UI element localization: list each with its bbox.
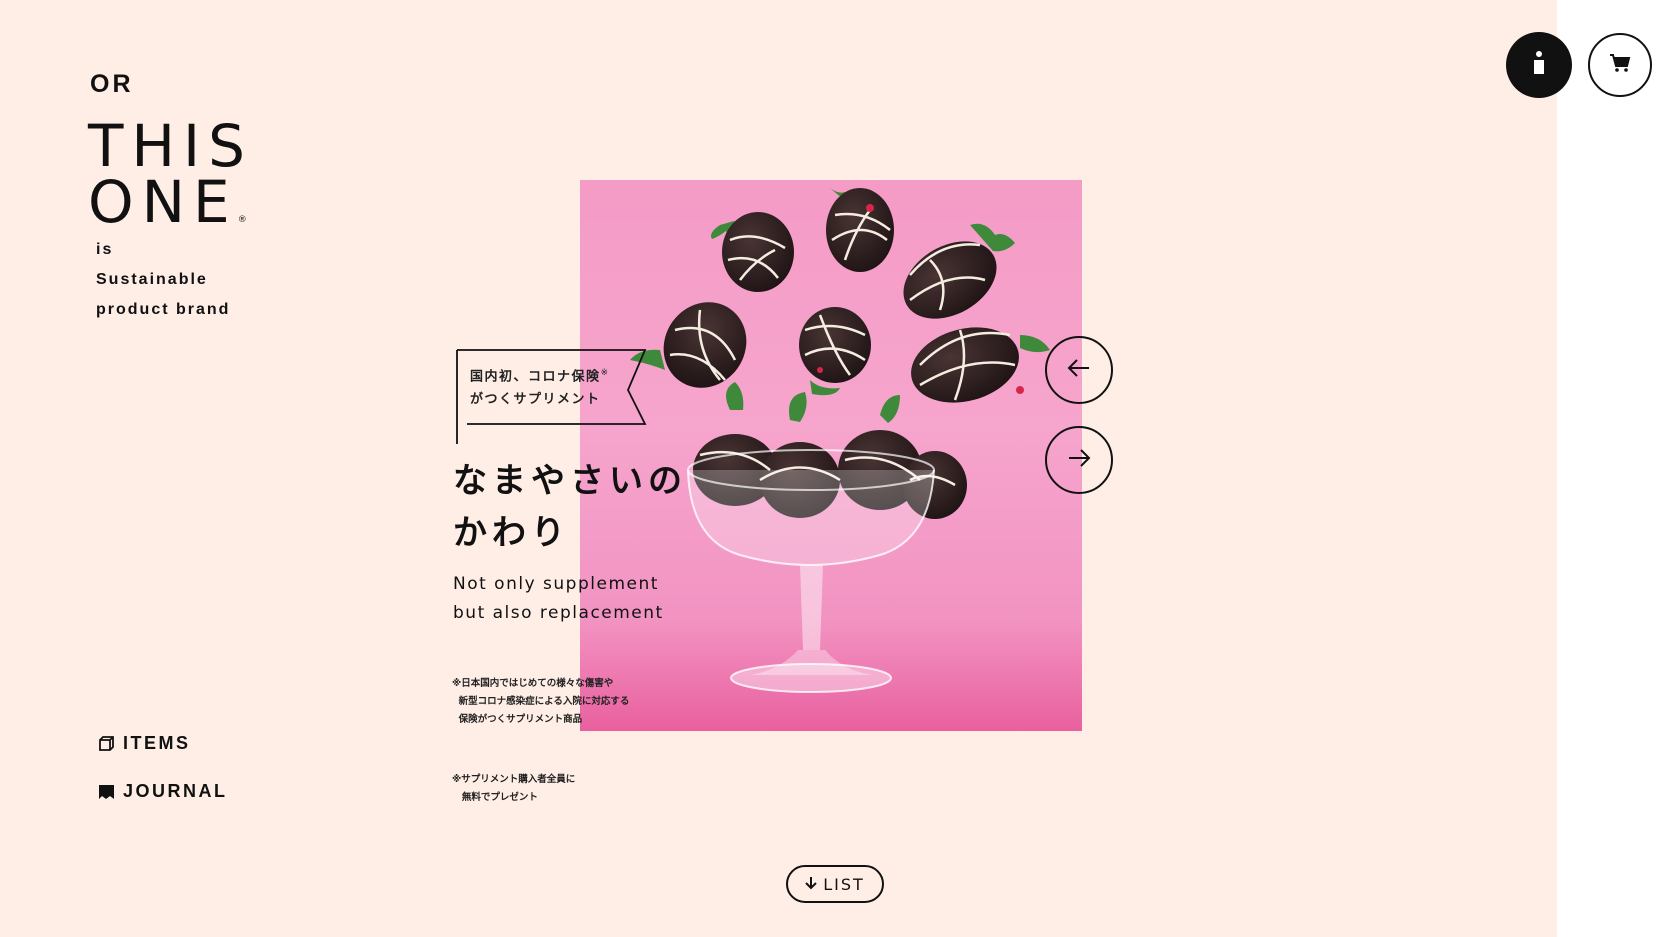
cart-button[interactable] — [1588, 33, 1652, 97]
arrow-left-icon — [1067, 358, 1091, 383]
logo-prefix: OR — [90, 70, 134, 98]
subtitle-line-2: but also replacement — [453, 603, 664, 623]
tagline-line-3: product brand — [96, 301, 231, 318]
badge-line-1: 国内初、コロナ保険 — [470, 369, 601, 385]
brand-tagline: is Sustainable product brand — [96, 235, 230, 325]
nav-journal-label: JOURNAL — [123, 781, 228, 801]
cart-icon — [1609, 53, 1631, 78]
nav-items-link[interactable]: ITEMS — [98, 733, 191, 754]
list-button-label: LIST — [823, 874, 865, 894]
nav-journal-link[interactable]: JOURNAL — [98, 781, 228, 802]
page: OR THIS ONE® is Sustainable product bran… — [0, 0, 1664, 937]
badge-mark: ※ — [600, 368, 610, 378]
strawberry — [711, 212, 794, 292]
slide-headline: なまやさいの かわり — [453, 455, 687, 559]
slider-next-button[interactable] — [1045, 426, 1113, 494]
logo[interactable]: THIS ONE® — [88, 112, 253, 248]
headline-line-2: かわり — [453, 513, 570, 553]
glass-cup — [687, 449, 935, 693]
person-icon — [1531, 50, 1547, 81]
slide-notes: ※日本国内ではじめての様々な傷害や 新型コロナ感染症による入院に対応する 保険が… — [452, 639, 629, 843]
badge-text: 国内初、コロナ保険※ がつくサプリメント — [470, 362, 610, 411]
subtitle-line-1: Not only supplement — [453, 574, 659, 594]
list-button[interactable]: LIST — [786, 865, 884, 903]
arrow-down-icon — [805, 875, 817, 894]
box-icon — [98, 735, 115, 752]
badge-line-2: がつくサプリメント — [470, 392, 601, 408]
nav-items-label: ITEMS — [123, 733, 191, 753]
logo-line-1: THIS — [88, 112, 253, 180]
registered-mark: ® — [237, 215, 247, 225]
slide-subtitle: Not only supplement but also replacement — [453, 570, 664, 628]
account-button[interactable] — [1507, 33, 1571, 97]
slider-prev-button[interactable] — [1045, 336, 1113, 404]
book-icon — [98, 783, 115, 800]
logo-line-2-text: ONE — [88, 168, 238, 236]
note-1: ※日本国内ではじめての様々な傷害や 新型コロナ感染症による入院に対応する 保険が… — [452, 678, 630, 725]
tagline-line-2: Sustainable — [96, 271, 208, 288]
tagline-line-1: is — [96, 241, 114, 258]
arrow-right-icon — [1067, 448, 1091, 473]
note-2: ※サプリメント購入者全員に 無料でプレゼント — [452, 774, 576, 803]
headline-line-1: なまやさいの — [453, 461, 687, 501]
